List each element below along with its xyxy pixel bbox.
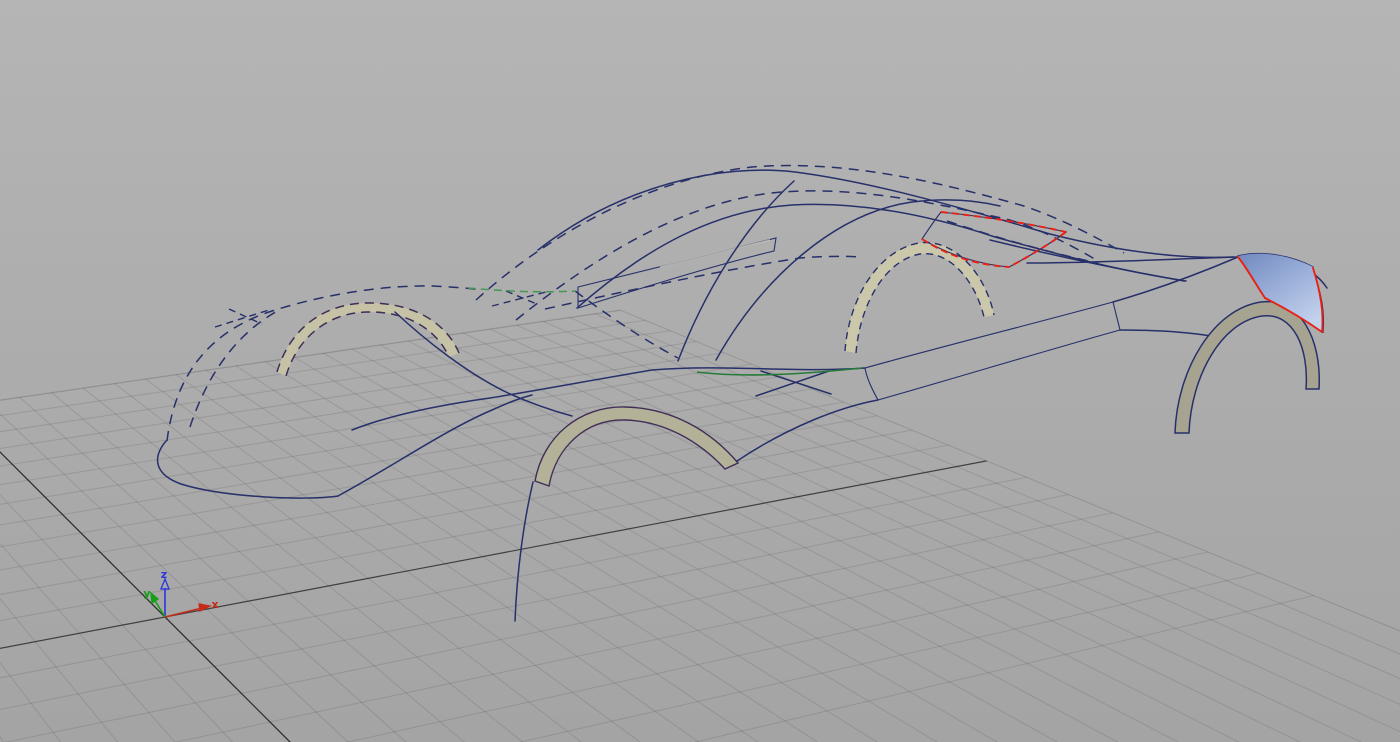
roof-arc-high-dashed [476,166,1124,300]
grid-line [0,503,1400,742]
windshield-band-surface[interactable] [578,238,776,308]
mid-x-marker-dashed-2 [506,291,539,305]
grid-line [0,235,145,742]
z-axis-label: z [161,568,167,581]
grid-line [0,235,27,742]
sill-panel [865,302,1120,400]
windshield-band-highlight [660,240,770,267]
windshield-band [578,238,776,308]
front-x-marker-dashed-1 [215,310,269,327]
front-arch-drop-line [515,482,533,621]
x-axis-label: x [211,598,218,611]
front-green-dashed [468,288,576,292]
front-wheel-arch-far[interactable] [277,303,459,376]
deck-x-line-2 [1027,257,1238,263]
rocker-line-front [737,400,878,461]
grid-line [0,235,563,742]
grid-line [0,235,263,742]
rocker-line-rear [1120,330,1211,336]
car-body-wireframe[interactable] [158,170,1327,621]
grid-line [0,235,86,742]
grid-line [0,235,383,742]
bumper-to-arch-line [338,395,532,496]
grid-line [0,422,1400,716]
grid-line [0,568,1400,742]
x-axis-line [165,608,202,617]
grid-line [34,235,869,742]
rear-wheel-arch-near[interactable] [1175,302,1319,433]
rear-wheel-arch-far[interactable] [845,243,994,353]
arch-band [1175,302,1319,433]
quarter-crossing-dashed [947,221,1098,263]
grid-line [292,235,1400,742]
grid-line [0,235,204,742]
canopy-side-line [577,204,1186,308]
roof-arc-low-dashed [516,191,1100,320]
3d-viewport[interactable]: z y x [0,0,1400,742]
arch-band-fill [845,243,994,353]
y-axis-arrowhead [151,593,158,603]
b-pillar-line-1 [678,181,794,361]
grid-line [0,360,323,742]
quarter-right-edge-red [1009,232,1066,267]
rocker-sill-surface[interactable] [865,302,1120,400]
roofline-main [538,170,1233,257]
y-axis-label: y [143,587,150,600]
arch-band-fill [277,303,459,376]
grid-line [62,235,930,742]
mid-x-marker-dashed-1 [492,292,546,306]
cowl-drop-dashed [575,291,678,358]
